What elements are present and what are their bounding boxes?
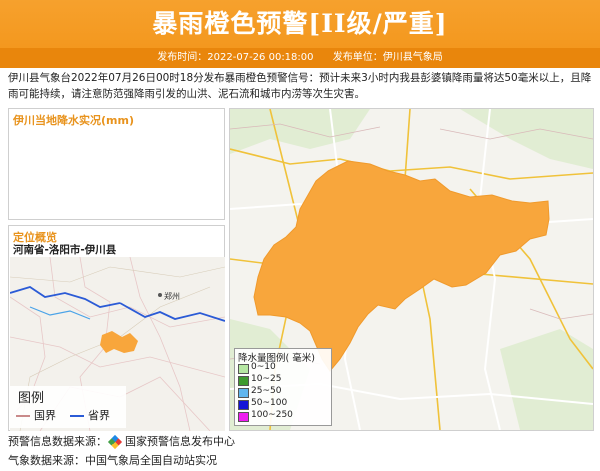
publish-time: 发布时间：2022-07-26 00:18:00 (157, 52, 314, 63)
precip-swatch (238, 388, 249, 398)
provincial-border-label: 省界 (88, 409, 110, 422)
rain-observation-panel: 伊川当地降水实况(mm) (8, 108, 225, 220)
warning-center-logo-icon (107, 434, 123, 450)
warning-source-value[interactable]: 国家预警信息发布中心 (125, 435, 235, 448)
precip-range-label: 10~25 (251, 374, 282, 384)
weather-source: 气象数据来源：中国气象局全国自动站实况 (8, 452, 217, 468)
precip-legend-title: 降水量图例( 毫米) (238, 353, 315, 364)
precip-legend-item: 100~250 (238, 410, 330, 422)
provincial-border-swatch (70, 415, 84, 417)
precip-swatch (238, 400, 249, 410)
precip-legend-item: 10~25 (238, 374, 330, 386)
publish-info-bar: 发布时间：2022-07-26 00:18:00 发布单位：伊川县气象局 (0, 48, 600, 68)
provincial-border-legend: 省界 (70, 407, 110, 423)
map-legend: 图例 国界 省界 (10, 386, 126, 428)
weather-source-value: 中国气象局全国自动站实况 (85, 454, 217, 467)
precipitation-legend: 降水量图例( 毫米) 0~10 10~25 25~50 50~100 100~2… (234, 348, 332, 426)
precip-range-label: 50~100 (251, 398, 288, 408)
warning-source-label: 预警信息数据来源： (8, 435, 107, 448)
warning-source: 预警信息数据来源： 国家预警信息发布中心 (8, 433, 235, 450)
rain-panel-title: 伊川当地降水实况(mm) (13, 114, 134, 127)
weather-source-label: 气象数据来源： (8, 454, 85, 467)
publish-unit: 发布单位：伊川县气象局 (332, 52, 443, 63)
precip-swatch (238, 364, 249, 374)
national-border-legend: 国界 (16, 407, 56, 423)
precip-legend-item: 50~100 (238, 398, 330, 410)
national-border-label: 国界 (34, 409, 56, 422)
precip-swatch (238, 376, 249, 386)
precip-range-label: 0~10 (251, 362, 276, 372)
precip-swatch (238, 412, 249, 422)
precip-legend-item: 25~50 (238, 386, 330, 398)
national-border-swatch (16, 415, 30, 417)
location-path: 河南省-洛阳市-伊川县 (13, 244, 117, 256)
map-legend-title: 图例 (18, 391, 45, 406)
map-city-label: 郑州 (164, 291, 180, 301)
precip-range-label: 25~50 (251, 386, 282, 396)
warning-header: 暴雨橙色预警[II级/严重] 发布时间：2022-07-26 00:18:00 … (0, 0, 600, 68)
precip-range-label: 100~250 (251, 410, 293, 420)
precip-legend-item: 0~10 (238, 362, 330, 374)
warning-description: 伊川县气象台2022年07月26日00时18分发布暴雨橙色预警信号：预计未来3小… (8, 72, 592, 100)
warning-title: 暴雨橙色预警[II级/严重] (152, 9, 448, 38)
